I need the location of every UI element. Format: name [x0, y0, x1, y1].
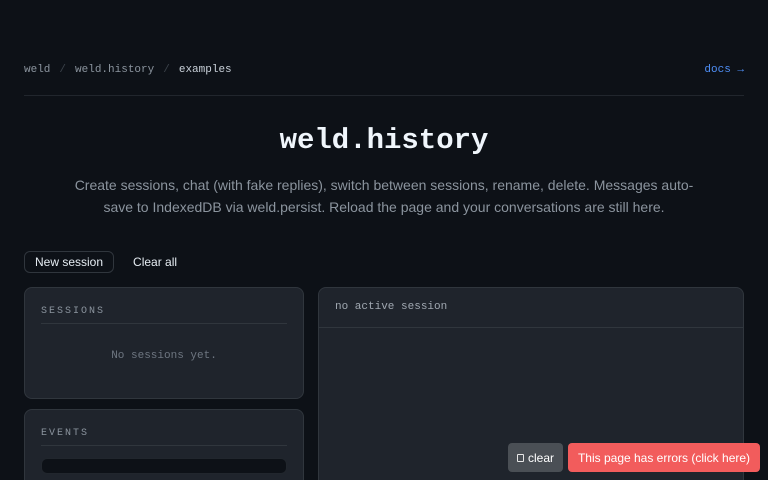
breadcrumb-separator: /: [59, 64, 67, 76]
docs-link[interactable]: docs →: [704, 58, 744, 76]
page: weld / weld.history / examples docs → we…: [0, 0, 768, 480]
events-log[interactable]: [41, 458, 287, 474]
sessions-heading: SESSIONS: [41, 288, 287, 324]
breadcrumb-item-weld-history[interactable]: weld.history: [75, 64, 154, 76]
events-heading: EVENTS: [41, 410, 287, 446]
top-nav: weld / weld.history / examples docs →: [24, 58, 744, 96]
action-bar: New session Clear all: [24, 251, 188, 273]
breadcrumb-item-examples: examples: [178, 64, 232, 76]
events-panel: EVENTS: [24, 409, 304, 480]
page-title: weld.history: [279, 124, 489, 157]
clear-all-button[interactable]: Clear all: [122, 251, 188, 273]
error-clear-button[interactable]: clear: [508, 443, 563, 472]
error-clear-label: clear: [527, 450, 554, 465]
sessions-panel: SESSIONS No sessions yet.: [24, 287, 304, 399]
chat-header: no active session: [319, 288, 743, 328]
page-description: Create sessions, chat (with fake replies…: [74, 177, 694, 215]
error-banner-button[interactable]: This page has errors (click here): [568, 443, 760, 472]
new-session-button[interactable]: New session: [24, 251, 115, 273]
breadcrumb: weld / weld.history / examples: [24, 58, 232, 76]
breadcrumb-item-weld[interactable]: weld: [24, 64, 50, 76]
breadcrumb-separator: /: [163, 64, 170, 76]
sessions-empty-message: No sessions yet.: [111, 350, 217, 362]
trash-icon: [516, 453, 524, 462]
